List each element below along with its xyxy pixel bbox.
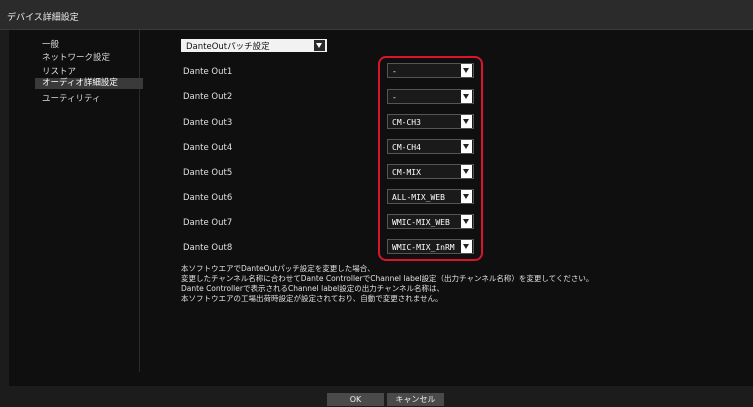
dante-out2-select[interactable]: - [387, 89, 474, 104]
chevron-down-icon [461, 190, 472, 203]
chevron-down-icon [314, 40, 325, 51]
chevron-down-icon [461, 64, 472, 77]
note-line-4: 本ソフトウエアの工場出荷時設定が設定されており、自動で変更されません。 [181, 294, 443, 303]
dante-out5-select[interactable]: CM-MIX [387, 164, 474, 179]
dante-out8-label: Dante Out8 [183, 243, 233, 253]
dante-out3-select[interactable]: CM-CH3 [387, 114, 474, 129]
dante-out2-label: Dante Out2 [183, 92, 233, 102]
dante-out4-label: Dante Out4 [183, 143, 233, 153]
chevron-down-icon [461, 165, 472, 178]
dante-out6-select[interactable]: ALL-MIX_WEB [387, 189, 474, 204]
dante-out1-select[interactable]: - [387, 63, 474, 78]
window-title: デバイス詳細設定 [7, 13, 79, 23]
cancel-button[interactable]: キャンセル [387, 393, 444, 406]
dante-out6-label: Dante Out6 [183, 193, 233, 203]
title-bar: デバイス詳細設定 [0, 0, 753, 30]
sidebar-item-network[interactable]: ネットワーク設定 [42, 51, 110, 63]
chevron-down-icon [461, 115, 472, 128]
chevron-down-icon [461, 140, 472, 153]
dante-out7-label: Dante Out7 [183, 218, 233, 228]
ok-button[interactable]: OK [327, 393, 384, 406]
chevron-down-icon [461, 215, 472, 228]
dante-out3-label: Dante Out3 [183, 118, 233, 128]
sidebar-item-audio-advanced[interactable]: オーディオ詳細設定 [35, 78, 143, 89]
dante-out1-label: Dante Out1 [183, 67, 233, 77]
sidebar-item-utility[interactable]: ユーティリティ [42, 92, 100, 104]
dante-out8-select[interactable]: WMIC-MIX_InRM [387, 239, 474, 254]
sidebar: 一般 ネットワーク設定 リストア オーディオ詳細設定 ユーティリティ [9, 30, 143, 372]
dante-out4-select[interactable]: CM-CH4 [387, 139, 474, 154]
section-select[interactable]: DanteOutパッチ設定 [181, 39, 327, 52]
chevron-down-icon [461, 240, 472, 253]
dante-out5-label: Dante Out5 [183, 168, 233, 178]
dante-out7-select[interactable]: WMIC-MIX_WEB [387, 214, 474, 229]
sidebar-item-general[interactable]: 一般 [42, 38, 59, 50]
sidebar-item-restore[interactable]: リストア [42, 65, 76, 77]
chevron-down-icon [461, 90, 472, 103]
highlight-frame [378, 56, 483, 261]
